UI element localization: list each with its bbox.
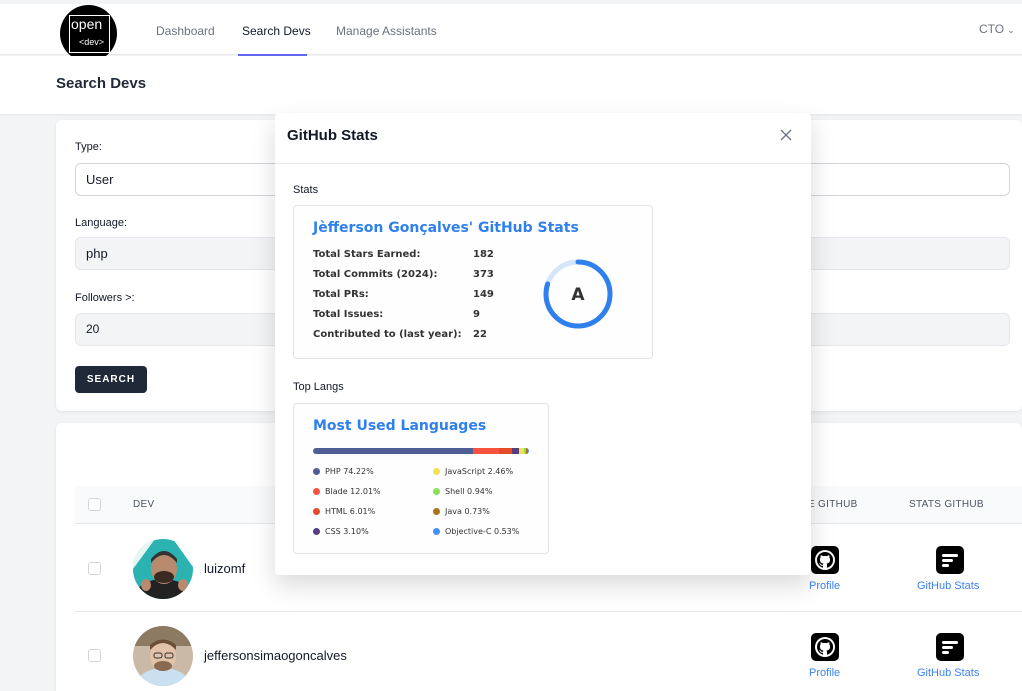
nav-link-dashboard[interactable]: Dashboard: [156, 24, 215, 38]
select-all-checkbox[interactable]: [88, 498, 101, 511]
lang-label: HTML 6.01%: [325, 507, 376, 516]
nav-link-manage-assistants[interactable]: Manage Assistants: [336, 24, 437, 38]
lang-item-shell: Shell 0.94%: [433, 487, 492, 496]
stat-label-contributed: Contributed to (last year):: [313, 329, 462, 340]
language-progress-bar: [313, 448, 529, 454]
lang-item-objective-c: Objective-C 0.53%: [433, 527, 519, 536]
stats-icon[interactable]: [936, 633, 964, 661]
logo-text-open: open: [71, 16, 103, 32]
lang-item-html: HTML 6.01%: [313, 507, 375, 516]
lang-dot: [313, 528, 320, 535]
followers-label: Followers >:: [75, 292, 135, 304]
lang-label: Shell 0.94%: [445, 487, 493, 496]
rank-ring: A: [543, 259, 613, 329]
stat-value-contributed: 22: [473, 329, 487, 340]
lang-label: Blade 12.01%: [325, 487, 381, 496]
github-stats-card: Jèfferson Gonçalves' GitHub Stats Total …: [293, 205, 653, 359]
avatar: [133, 626, 193, 686]
profile-link[interactable]: Profile: [809, 580, 840, 592]
lang-bar-segment-php: [313, 448, 474, 454]
profile-link[interactable]: Profile: [809, 667, 840, 679]
chevron-down-icon: ⌄: [1007, 25, 1015, 35]
stats-icon[interactable]: [936, 546, 964, 574]
dev-username[interactable]: luizomf: [204, 561, 245, 576]
lang-dot: [313, 488, 320, 495]
header-stats-github: STATS GITHUB: [909, 499, 984, 510]
header-profile-github: E GITHUB: [808, 499, 858, 510]
stat-label-commits: Total Commits (2024):: [313, 269, 438, 280]
user-menu-label: CTO: [979, 22, 1005, 36]
lang-item-css: CSS 3.10%: [313, 527, 369, 536]
nav-link-search-devs[interactable]: Search Devs: [242, 24, 311, 38]
lang-bar-segment-objectivec: [527, 448, 529, 454]
lang-label: Java 0.73%: [445, 507, 490, 516]
stats-card-title: Jèfferson Gonçalves' GitHub Stats: [313, 220, 579, 236]
modal-title: GitHub Stats: [287, 127, 378, 144]
github-icon[interactable]: [811, 633, 839, 661]
lang-label: CSS 3.10%: [325, 527, 369, 536]
lang-item-blade: Blade 12.01%: [313, 487, 381, 496]
page-header: Search Devs: [0, 56, 1022, 114]
header-dev: DEV: [133, 499, 155, 510]
lang-item-java: Java 0.73%: [433, 507, 490, 516]
lang-label: JavaScript 2.46%: [445, 467, 514, 476]
langs-section-label: Top Langs: [293, 381, 344, 393]
lang-dot: [433, 468, 440, 475]
page-title: Search Devs: [56, 75, 147, 92]
user-menu[interactable]: CTO ⌄: [979, 22, 1015, 36]
github-stats-link[interactable]: GitHub Stats: [917, 580, 979, 592]
lang-bar-segment-css: [512, 448, 519, 454]
lang-dot: [313, 468, 320, 475]
row-checkbox[interactable]: [88, 649, 101, 662]
row-checkbox[interactable]: [88, 562, 101, 575]
type-label: Type:: [75, 141, 102, 153]
top-langs-card: Most Used Languages PHP 74.22% Blade 12.…: [293, 403, 549, 554]
navbar: open <dev> Dashboard Search Devs Manage …: [0, 4, 1022, 62]
logo-text-dev: <dev>: [79, 37, 105, 47]
stat-value-commits: 373: [473, 269, 494, 280]
stat-value-prs: 149: [473, 289, 494, 300]
lang-dot: [433, 488, 440, 495]
table-row: jeffersonsimaogoncalves Profile GitHub S…: [75, 612, 1022, 691]
lang-bar-segment-blade: [473, 448, 500, 454]
rank-grade: A: [571, 285, 585, 305]
lang-dot: [433, 528, 440, 535]
lang-item-php: PHP 74.22%: [313, 467, 374, 476]
dev-username[interactable]: jeffersonsimaogoncalves: [204, 648, 347, 663]
stat-label-stars: Total Stars Earned:: [313, 249, 421, 260]
modal-header: GitHub Stats: [275, 113, 811, 164]
lang-label: PHP 74.22%: [325, 467, 374, 476]
github-stats-link[interactable]: GitHub Stats: [917, 667, 979, 679]
github-icon[interactable]: [811, 546, 839, 574]
lang-bar-segment-html: [499, 448, 513, 454]
language-label: Language:: [75, 217, 127, 229]
logo[interactable]: open <dev>: [60, 5, 117, 62]
stat-label-issues: Total Issues:: [313, 309, 384, 320]
close-icon[interactable]: [780, 129, 792, 141]
stat-value-issues: 9: [473, 309, 480, 320]
lang-item-javascript: JavaScript 2.46%: [433, 467, 513, 476]
stat-value-stars: 182: [473, 249, 494, 260]
langs-card-title: Most Used Languages: [313, 418, 487, 434]
lang-dot: [313, 508, 320, 515]
stats-section-label: Stats: [293, 184, 319, 196]
avatar: [133, 539, 193, 599]
lang-label: Objective-C 0.53%: [445, 527, 520, 536]
stat-label-prs: Total PRs:: [313, 289, 369, 300]
lang-dot: [433, 508, 440, 515]
search-button[interactable]: SEARCH: [75, 366, 147, 393]
github-stats-modal: GitHub Stats Stats Jèfferson Gonçalves' …: [275, 113, 811, 575]
